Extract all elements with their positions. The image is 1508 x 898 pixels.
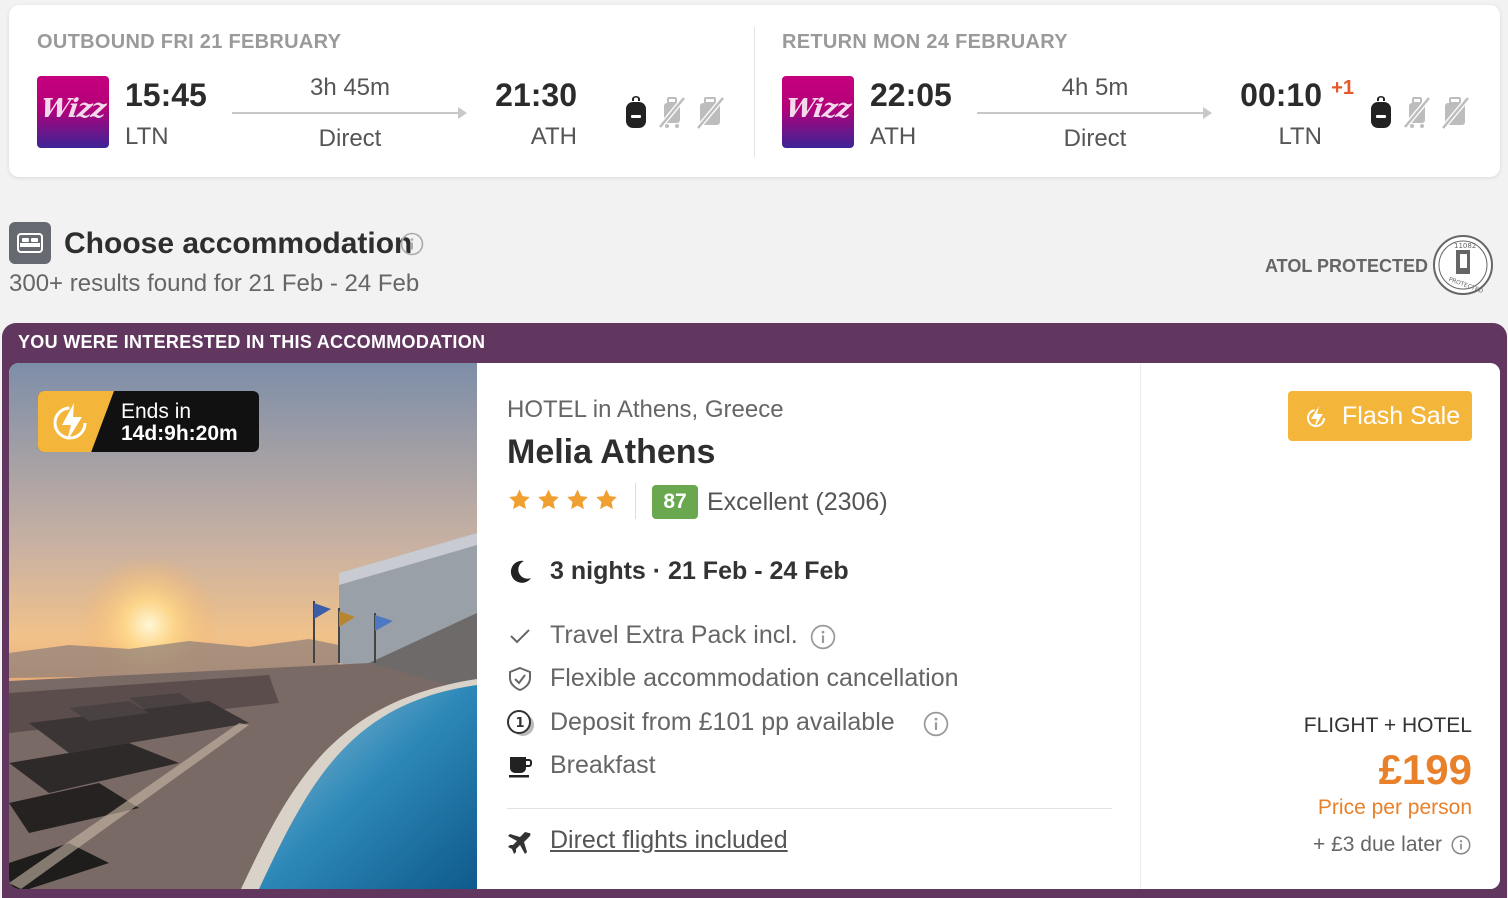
no-checked-bag-icon bbox=[1441, 96, 1470, 129]
departure-airport: ATH bbox=[870, 123, 917, 150]
departure-airport: LTN bbox=[125, 123, 169, 150]
rating-divider bbox=[635, 483, 636, 519]
price-panel: Flash Sale FLIGHT + HOTEL £199 Price per… bbox=[1140, 363, 1500, 889]
deal-timer-badge: Ends in 14d:9h:20m bbox=[38, 391, 259, 452]
flight-stops: Direct bbox=[1063, 125, 1127, 152]
legs-divider bbox=[754, 27, 755, 157]
timer-countdown: 14d:9h:20m bbox=[121, 422, 238, 445]
outbound-leg[interactable]: OUTBOUND FRI 21 FEBRUARY Wizz 15:45 LTN … bbox=[37, 5, 737, 177]
arrow-icon bbox=[977, 107, 1212, 119]
airline-logo: Wizz bbox=[37, 76, 109, 148]
interested-accommodation-card: YOU WERE INTERESTED IN THIS ACCOMMODATIO… bbox=[2, 323, 1507, 898]
due-later-amount: + £3 due later bbox=[1312, 833, 1442, 856]
airline-logo: Wizz bbox=[782, 76, 854, 148]
price-per-person-label: Price per person bbox=[1317, 796, 1472, 819]
info-icon[interactable] bbox=[400, 232, 424, 256]
arrival-time: 21:30 bbox=[495, 77, 577, 113]
flash-sale-badge[interactable]: Flash Sale bbox=[1288, 391, 1472, 441]
stay-duration: 3 nights · 21 Feb - 24 Feb bbox=[550, 557, 849, 585]
return-title: RETURN MON 24 FEBRUARY bbox=[782, 31, 1068, 53]
arrival-airport: ATH bbox=[530, 123, 577, 150]
coffee-cup-icon bbox=[509, 757, 532, 778]
info-icon[interactable] bbox=[810, 624, 836, 650]
results-count: 300+ results found for 21 Feb - 24 Feb bbox=[9, 270, 420, 297]
arrow-icon bbox=[232, 107, 467, 119]
no-cabin-bag-icon bbox=[1403, 96, 1431, 129]
star-icon bbox=[596, 489, 617, 510]
deposit-coin-icon: 1 bbox=[507, 710, 534, 736]
next-day-indicator: +1 bbox=[1331, 77, 1354, 99]
baggage-icons bbox=[623, 95, 725, 129]
arrival-airport: LTN bbox=[1278, 123, 1322, 150]
star-icon bbox=[567, 489, 588, 510]
departure-time: 22:05 bbox=[870, 77, 952, 113]
hotel-details: HOTEL in Athens, Greece Melia Athens 87 … bbox=[507, 363, 1112, 889]
plane-icon bbox=[508, 832, 531, 854]
star-rating bbox=[507, 488, 619, 512]
no-cabin-bag-icon bbox=[658, 96, 686, 129]
bed-icon bbox=[9, 222, 51, 264]
info-icon[interactable] bbox=[1451, 835, 1471, 855]
package-type: FLIGHT + HOTEL bbox=[1303, 714, 1472, 737]
svg-text:1: 1 bbox=[516, 716, 525, 731]
outbound-title: OUTBOUND FRI 21 FEBRUARY bbox=[37, 31, 342, 53]
check-icon bbox=[510, 629, 530, 644]
price-amount: £199 bbox=[1378, 746, 1472, 793]
flight-duration: 3h 45m bbox=[309, 74, 391, 101]
flight-duration: 4h 5m bbox=[1061, 74, 1129, 101]
moon-icon bbox=[510, 560, 531, 583]
flash-clock-icon bbox=[53, 403, 87, 441]
baggage-icons bbox=[1368, 95, 1470, 129]
flash-clock-icon bbox=[1307, 406, 1325, 428]
review-score-badge: 87 bbox=[652, 485, 698, 519]
atol-protected-label: ATOL PROTECTED bbox=[1265, 256, 1429, 276]
review-summary[interactable]: Excellent (2306) bbox=[707, 488, 888, 517]
accommodation-title: Choose accommodation bbox=[64, 227, 413, 260]
divider bbox=[507, 808, 1112, 809]
no-checked-bag-icon bbox=[696, 96, 725, 129]
hotel-location: HOTEL in Athens, Greece bbox=[507, 396, 784, 423]
hotel-photo[interactable]: Ends in 14d:9h:20m bbox=[9, 363, 477, 889]
departure-time: 15:45 bbox=[125, 77, 207, 113]
flight-stops: Direct bbox=[318, 125, 382, 152]
shield-check-icon bbox=[509, 666, 531, 692]
return-leg[interactable]: RETURN MON 24 FEBRUARY Wizz 22:05 ATH 4h… bbox=[782, 5, 1482, 177]
flights-summary-card: OUTBOUND FRI 21 FEBRUARY Wizz 15:45 LTN … bbox=[9, 5, 1500, 177]
info-icon[interactable] bbox=[923, 711, 949, 737]
hotel-name[interactable]: Melia Athens bbox=[507, 433, 715, 472]
backpack-icon bbox=[1371, 96, 1391, 128]
direct-flights-link[interactable]: Direct flights included bbox=[550, 826, 788, 855]
hotel-card[interactable]: Ends in 14d:9h:20m HOTEL in Athens, Gree… bbox=[9, 363, 1500, 889]
interested-label: YOU WERE INTERESTED IN THIS ACCOMMODATIO… bbox=[18, 332, 486, 352]
star-icon bbox=[509, 489, 530, 510]
star-icon bbox=[538, 489, 559, 510]
backpack-icon bbox=[626, 96, 646, 128]
timer-label: Ends in bbox=[121, 400, 192, 423]
atol-logo-icon: 11082 PROTECTED bbox=[1433, 235, 1493, 295]
arrival-time: 00:10 bbox=[1240, 77, 1322, 113]
svg-text:11082: 11082 bbox=[1454, 242, 1476, 250]
